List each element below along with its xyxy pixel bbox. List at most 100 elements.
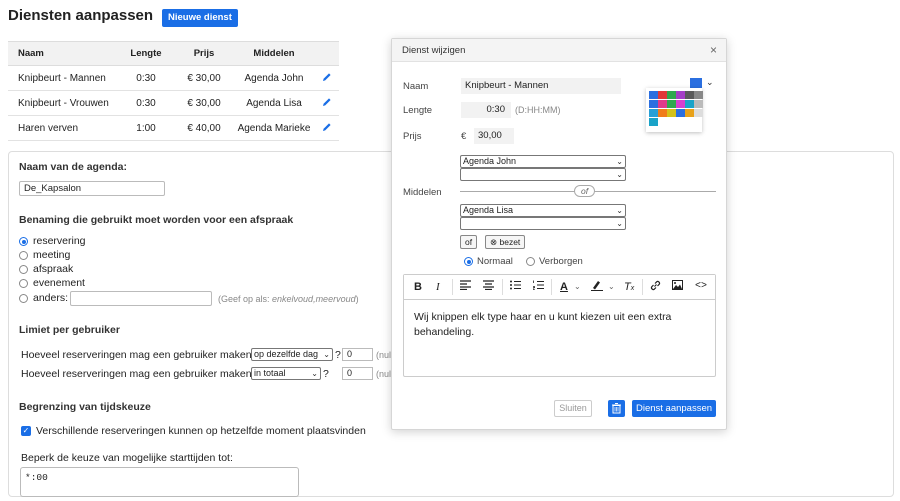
align-left-icon[interactable] bbox=[460, 280, 471, 294]
or-divider-label: of bbox=[574, 185, 596, 197]
chevron-down-icon[interactable]: ⌄ bbox=[574, 280, 581, 294]
align-center-icon[interactable] bbox=[483, 280, 494, 294]
toolbar-separator bbox=[642, 279, 643, 295]
service-name: Knipbeurt - Vrouwen bbox=[8, 90, 118, 116]
radio-afspraak[interactable] bbox=[19, 265, 28, 274]
service-name: Haren verven bbox=[8, 115, 118, 141]
table-row[interactable]: Knipbeurt - Mannen 0:30 € 30,00 Agenda J… bbox=[8, 65, 339, 91]
bullet-list-icon[interactable] bbox=[510, 280, 521, 294]
bold-icon[interactable]: B bbox=[414, 280, 422, 294]
color-swatch[interactable] bbox=[658, 109, 667, 117]
resource-select-2-extra[interactable]: ⌄ bbox=[460, 217, 626, 230]
edit-pencil-icon[interactable] bbox=[314, 115, 339, 141]
col-header-actions bbox=[314, 41, 339, 66]
limit-value-input-2[interactable]: 0 bbox=[342, 367, 373, 380]
radio-normaal[interactable] bbox=[464, 257, 473, 266]
delete-button[interactable] bbox=[608, 400, 625, 417]
timechoice-label: Begrenzing van tijdskeuze bbox=[19, 401, 151, 413]
limit-question-1: Hoeveel reserveringen mag een gebruiker … bbox=[21, 349, 252, 361]
limit-period-select-2[interactable]: in totaal ⌄ bbox=[251, 367, 321, 380]
overlap-checkbox[interactable]: ✓ bbox=[21, 426, 31, 436]
close-icon[interactable]: × bbox=[710, 43, 717, 57]
resource-select-1[interactable]: Agenda John ⌄ bbox=[460, 155, 626, 168]
chevron-down-icon[interactable]: ⌄ bbox=[608, 280, 615, 294]
color-swatch[interactable] bbox=[694, 109, 703, 117]
color-swatch[interactable] bbox=[649, 91, 658, 99]
highlight-icon[interactable] bbox=[591, 280, 603, 295]
limit-label: Limiet per gebruiker bbox=[19, 324, 120, 336]
length-input[interactable]: 0:30 bbox=[461, 102, 511, 118]
radio-reservering[interactable] bbox=[19, 237, 28, 246]
toolbar-separator bbox=[502, 279, 503, 295]
resource-select-1-extra[interactable]: ⌄ bbox=[460, 168, 626, 181]
col-header-resources: Middelen bbox=[234, 41, 314, 66]
radio-anders[interactable] bbox=[19, 294, 28, 303]
code-icon[interactable]: <> bbox=[695, 280, 707, 294]
starttimes-textarea[interactable]: *:00 bbox=[20, 467, 299, 497]
color-swatch[interactable] bbox=[685, 100, 694, 108]
radio-label-evenement: evenement bbox=[33, 277, 85, 289]
add-or-button[interactable]: of bbox=[460, 235, 478, 249]
edit-pencil-icon[interactable] bbox=[314, 90, 339, 116]
text-color-icon[interactable]: A bbox=[560, 280, 568, 294]
radio-evenement[interactable] bbox=[19, 279, 28, 288]
price-label: Prijs bbox=[403, 131, 422, 142]
color-swatch[interactable] bbox=[667, 100, 676, 108]
agenda-name-input[interactable]: De_Kapsalon bbox=[19, 181, 165, 196]
save-service-button[interactable]: Dienst aanpassen bbox=[632, 400, 716, 417]
close-button[interactable]: Sluiten bbox=[554, 400, 592, 417]
color-swatch[interactable] bbox=[658, 100, 667, 108]
chevron-down-icon: ⌄ bbox=[616, 170, 623, 179]
name-label: Naam bbox=[403, 81, 429, 92]
name-input[interactable]: Knipbeurt - Mannen bbox=[461, 78, 621, 94]
description-editor[interactable]: B I A ⌄ ⌄ Tx <> Wij knippen elk type haa… bbox=[403, 274, 716, 377]
color-swatch[interactable] bbox=[667, 109, 676, 117]
description-text[interactable]: Wij knippen elk type haar en u kunt kiez… bbox=[414, 310, 704, 340]
limit-value-input-1[interactable]: 0 bbox=[342, 348, 373, 361]
service-price: € 40,00 bbox=[174, 115, 234, 141]
clear-format-icon[interactable]: Tx bbox=[624, 280, 634, 296]
limit-hint-2: (nul bbox=[376, 369, 392, 379]
busy-button[interactable]: ⊗ bezet bbox=[485, 235, 526, 249]
color-swatch[interactable] bbox=[649, 118, 658, 126]
chevron-down-icon: ⌄ bbox=[616, 206, 623, 215]
color-swatch[interactable] bbox=[649, 109, 658, 117]
trash-icon bbox=[612, 403, 621, 414]
color-swatch[interactable] bbox=[694, 91, 703, 99]
limit-question-2: Hoeveel reserveringen mag een gebruiker … bbox=[21, 368, 252, 380]
qmark-2: ? bbox=[323, 368, 329, 380]
new-service-button[interactable]: Nieuwe dienst bbox=[162, 9, 238, 27]
edit-pencil-icon[interactable] bbox=[314, 65, 339, 91]
link-icon[interactable] bbox=[650, 280, 661, 295]
numbered-list-icon[interactable] bbox=[532, 280, 544, 294]
resource-select-2[interactable]: Agenda Lisa ⌄ bbox=[460, 204, 626, 217]
color-swatch[interactable] bbox=[685, 91, 694, 99]
color-swatch[interactable] bbox=[667, 91, 676, 99]
color-swatch[interactable] bbox=[658, 91, 667, 99]
price-input[interactable]: 30,00 bbox=[474, 128, 514, 144]
table-row[interactable]: Haren verven 1:00 € 40,00 Agenda Marieke bbox=[8, 115, 339, 141]
editor-toolbar: B I A ⌄ ⌄ Tx <> bbox=[404, 275, 715, 300]
color-swatch[interactable] bbox=[694, 100, 703, 108]
length-hint: (D:HH:MM) bbox=[515, 105, 561, 115]
chevron-down-icon: ⌄ bbox=[616, 219, 623, 228]
italic-icon[interactable]: I bbox=[436, 280, 440, 294]
anders-input[interactable] bbox=[70, 291, 212, 306]
radio-label-afspraak: afspraak bbox=[33, 263, 74, 275]
chevron-down-icon: ⌄ bbox=[323, 350, 330, 359]
radio-meeting[interactable] bbox=[19, 251, 28, 260]
color-swatch[interactable] bbox=[685, 109, 694, 117]
overlap-label: Verschillende reserveringen kunnen op he… bbox=[36, 425, 366, 437]
radio-verborgen[interactable] bbox=[526, 257, 535, 266]
color-swatch[interactable] bbox=[676, 109, 685, 117]
limit-period-select-1[interactable]: op dezelfde dag ⌄ bbox=[251, 348, 333, 361]
color-swatch[interactable] bbox=[676, 100, 685, 108]
service-price: € 30,00 bbox=[174, 90, 234, 116]
image-icon[interactable] bbox=[672, 280, 683, 294]
color-swatch[interactable] bbox=[649, 100, 658, 108]
services-table: Naam Lengte Prijs Middelen Knipbeurt - M… bbox=[8, 41, 339, 141]
service-resource: Agenda John bbox=[234, 65, 314, 91]
color-swatch[interactable] bbox=[676, 91, 685, 99]
chevron-down-icon[interactable]: ⌄ bbox=[706, 77, 714, 88]
table-row[interactable]: Knipbeurt - Vrouwen 0:30 € 30,00 Agenda … bbox=[8, 90, 339, 116]
